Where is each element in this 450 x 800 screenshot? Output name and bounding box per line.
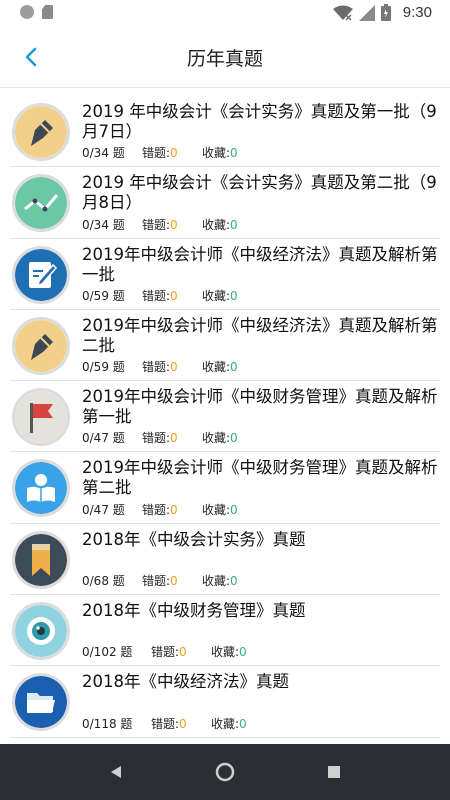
item-title: 2019年中级会计师《中级财务管理》真题及解析第一批 xyxy=(82,387,438,427)
avatar xyxy=(12,174,70,233)
item-meta: 0/59 题 错题:0 收藏:0 xyxy=(82,287,238,304)
circle-home-icon xyxy=(215,762,235,782)
list-item[interactable]: 2018年《中级财务管理》真题 0/102 题 错题:0 收藏:0 xyxy=(10,595,440,667)
eye-icon xyxy=(15,605,67,658)
favorite-count: 收藏:0 xyxy=(202,217,238,232)
status-time: 9:30 xyxy=(402,4,432,21)
nav-home-button[interactable] xyxy=(205,752,245,792)
error-count: 错题:0 xyxy=(142,502,178,517)
question-count: 0/34 题 xyxy=(82,217,125,232)
item-title: 2019年中级会计师《中级经济法》真题及解析第二批 xyxy=(82,315,438,355)
error-count: 错题:0 xyxy=(142,360,178,375)
line-graph-icon xyxy=(15,177,67,230)
favorite-count: 收藏:0 xyxy=(211,716,247,731)
favorite-count: 收藏:0 xyxy=(202,360,238,375)
list-item[interactable]: 2019年中级会计师《中级财务管理》真题及解析第二批 0/47 题 错题:0 收… xyxy=(10,452,440,524)
error-count: 错题:0 xyxy=(142,574,178,589)
avatar xyxy=(12,673,70,732)
item-meta: 0/68 题 错题:0 收藏:0 xyxy=(82,572,238,589)
item-meta: 0/34 题 错题:0 收藏:0 xyxy=(82,144,238,161)
battery-icon xyxy=(380,4,391,21)
favorite-count: 收藏:0 xyxy=(202,288,238,303)
item-meta: 0/47 题 错题:0 收藏:0 xyxy=(82,429,238,446)
avatar xyxy=(12,459,70,518)
bookmark-icon xyxy=(15,533,67,586)
wifi-icon xyxy=(332,5,353,21)
list-item[interactable]: 2019年中级会计师《中级财务管理》真题及解析第一批 0/47 题 错题:0 收… xyxy=(10,381,440,453)
pen-icon xyxy=(15,319,67,372)
error-count: 错题:0 xyxy=(142,431,178,446)
item-title: 2019 年中级会计《会计实务》真题及第一批（9月7日） xyxy=(82,102,437,141)
question-count: 0/59 题 xyxy=(82,288,125,303)
system-nav-bar xyxy=(0,744,450,800)
question-count: 0/118 题 xyxy=(82,716,133,731)
item-meta: 0/47 题 错题:0 收藏:0 xyxy=(82,501,238,518)
favorite-count: 收藏:0 xyxy=(202,146,238,161)
list-item[interactable]: 2019 年中级会计《会计实务》真题及第一批（9月7日） 0/34 题 错题:0… xyxy=(10,96,440,168)
item-title: 2018年《中级会计实务》真题 xyxy=(82,529,306,549)
list-item[interactable]: 2018年《中级会计实务》真题 0/68 题 错题:0 收藏:0 xyxy=(10,524,440,596)
signal-icon xyxy=(358,4,375,21)
item-meta: 0/102 题 错题:0 收藏:0 xyxy=(82,643,247,660)
avatar xyxy=(12,316,70,375)
square-recents-icon xyxy=(327,766,340,778)
avatar xyxy=(12,388,70,447)
error-count: 错题:0 xyxy=(142,217,178,232)
item-meta: 0/34 题 错题:0 收藏:0 xyxy=(82,216,238,233)
folder-icon xyxy=(15,676,67,729)
error-count: 错题:0 xyxy=(142,146,178,161)
pen-icon xyxy=(15,106,67,158)
edit-document-icon xyxy=(15,248,67,301)
exam-list: 2019 年中级会计《会计实务》真题及第一批（9月7日） 0/34 题 错题:0… xyxy=(0,96,450,738)
item-meta: 0/118 题 错题:0 收藏:0 xyxy=(82,715,247,732)
reader-icon xyxy=(15,462,67,515)
list-item[interactable]: 2019年中级会计师《中级经济法》真题及解析第一批 0/59 题 错题:0 收藏… xyxy=(10,239,440,310)
flag-icon xyxy=(15,391,67,444)
item-meta: 0/59 题 错题:0 收藏:0 xyxy=(82,358,238,375)
list-item[interactable]: 2018年《中级经济法》真题 0/118 题 错题:0 收藏:0 xyxy=(10,666,440,738)
error-count: 错题:0 xyxy=(151,716,187,731)
list-item[interactable]: 2019 年中级会计《会计实务》真题及第二批（9月8日） 0/34 题 错题:0… xyxy=(10,167,440,239)
status-bar: 9:30 xyxy=(0,0,450,26)
avatar xyxy=(12,530,70,589)
notification-dot-icon xyxy=(20,5,34,19)
avatar xyxy=(12,103,70,161)
page-title: 历年真题 xyxy=(186,48,263,70)
item-title: 2018年《中级经济法》真题 xyxy=(82,672,289,692)
question-count: 0/47 题 xyxy=(82,502,125,517)
nav-recents-button[interactable] xyxy=(314,752,354,792)
avatar xyxy=(12,245,70,304)
item-title: 2019年中级会计师《中级经济法》真题及解析第一批 xyxy=(82,244,438,284)
nav-back-button[interactable] xyxy=(96,752,136,792)
question-count: 0/47 题 xyxy=(82,431,125,446)
favorite-count: 收藏:0 xyxy=(202,574,238,589)
sd-card-icon xyxy=(42,5,53,19)
list-item[interactable]: 2019年中级会计师《中级经济法》真题及解析第二批 0/59 题 错题:0 收藏… xyxy=(10,310,440,382)
question-count: 0/34 题 xyxy=(82,146,125,161)
item-title: 2019年中级会计师《中级财务管理》真题及解析第二批 xyxy=(82,458,438,498)
question-count: 0/102 题 xyxy=(82,645,133,660)
favorite-count: 收藏:0 xyxy=(202,502,238,517)
question-count: 0/59 题 xyxy=(82,360,125,375)
triangle-back-icon xyxy=(111,766,122,778)
item-title: 2018年《中级财务管理》真题 xyxy=(82,601,306,621)
favorite-count: 收藏:0 xyxy=(211,645,247,660)
avatar xyxy=(12,602,70,661)
item-title: 2019 年中级会计《会计实务》真题及第二批（9月8日） xyxy=(82,173,437,213)
app-header: 历年真题 xyxy=(0,26,450,88)
error-count: 错题:0 xyxy=(142,288,178,303)
error-count: 错题:0 xyxy=(151,645,187,660)
question-count: 0/68 题 xyxy=(82,574,125,589)
favorite-count: 收藏:0 xyxy=(202,431,238,446)
